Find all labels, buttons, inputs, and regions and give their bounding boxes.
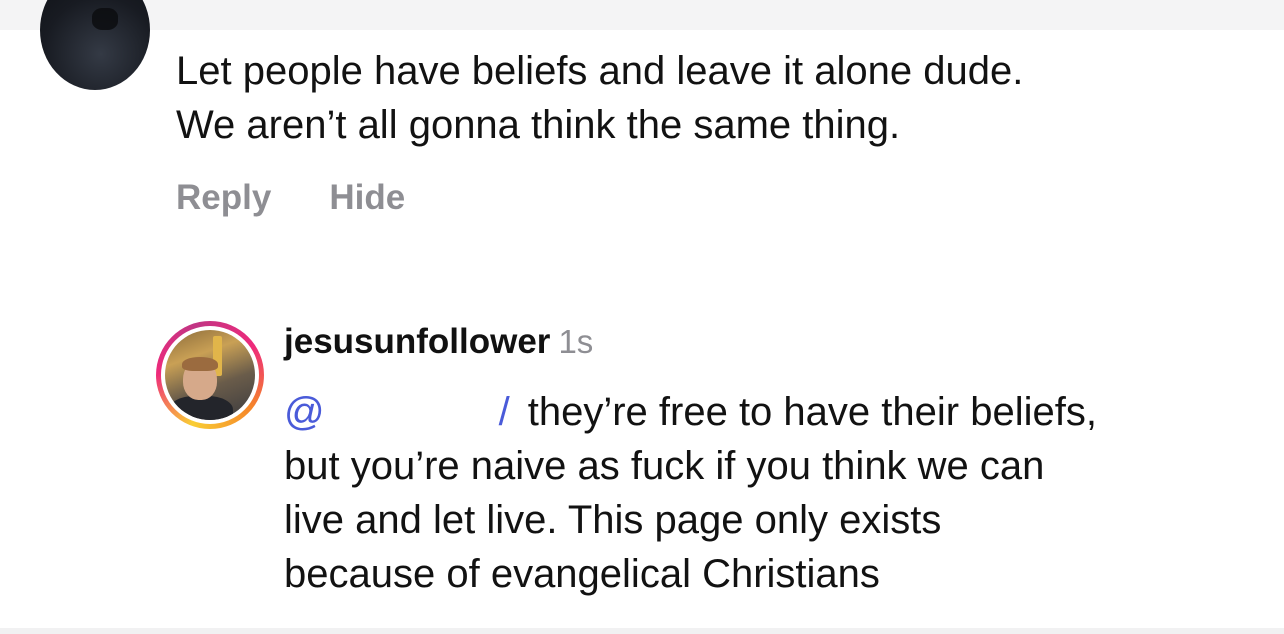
reply-avatar <box>165 330 255 420</box>
reply-line-3: live and let live. This page only exists <box>284 498 942 542</box>
mention-tail: / <box>498 390 510 434</box>
reply-line-4: because of evangelical Christians <box>284 552 880 596</box>
comment-line-1: Let people have beliefs and leave it alo… <box>176 49 1024 93</box>
top-separator <box>0 0 1284 30</box>
reply-avatar-story-ring[interactable] <box>156 321 264 429</box>
reply-button[interactable]: Reply <box>176 178 271 218</box>
reply-header: jesusunfollower 1s <box>284 322 593 362</box>
reply-line-2: but you’re naive as fuck if you think we… <box>284 444 1045 488</box>
comment-text: Let people have beliefs and leave it alo… <box>176 44 1236 152</box>
mention-link[interactable]: @ / <box>284 385 528 439</box>
hide-button[interactable]: Hide <box>329 178 405 218</box>
avatar-hair <box>182 357 218 371</box>
mention-redacted <box>324 389 495 433</box>
comment-line-2: We aren’t all gonna think the same thing… <box>176 103 901 147</box>
bottom-separator <box>0 628 1284 634</box>
reply-text: @ / they’re free to have their beliefs, bu… <box>284 385 1244 601</box>
reply-username[interactable]: jesusunfollower <box>284 322 550 361</box>
reply-line-1: @ / they’re free to have their beliefs, <box>284 385 1244 439</box>
comment-actions: Reply Hide <box>176 178 405 218</box>
reply-timestamp: 1s <box>558 323 594 360</box>
mention-at: @ <box>284 390 325 434</box>
reply-line-1-text: they’re free to have their beliefs, <box>527 390 1097 434</box>
avatar-tree-silhouette <box>92 8 118 30</box>
commenter-avatar[interactable] <box>40 0 150 90</box>
